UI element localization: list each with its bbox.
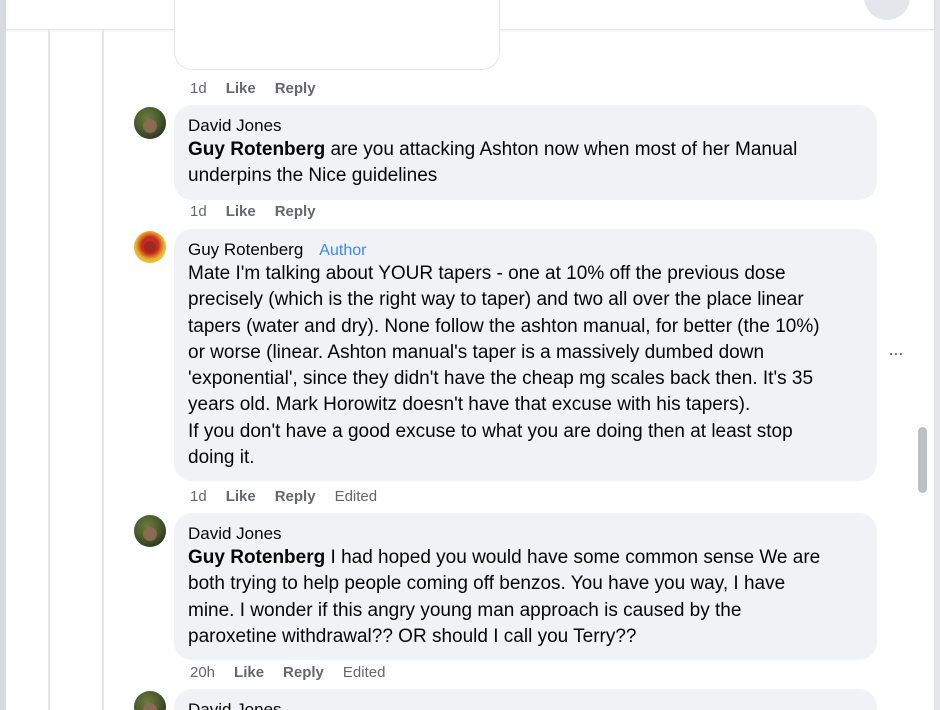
like-button[interactable]: Like [234, 664, 264, 681]
comment-line: tapers (water and dry). None follow the … [188, 315, 820, 337]
comment-time[interactable]: 1d [190, 203, 207, 220]
author-badge: Author [319, 242, 367, 259]
comment-bubble-previous [174, 0, 500, 70]
avatar[interactable] [134, 515, 166, 547]
comment-bubble: David Jones Guy Rotenberg are you attack… [174, 105, 877, 200]
comment-time[interactable]: 1d [190, 488, 207, 505]
comment-line: paroxetine withdrawal?? OR should I call… [188, 625, 637, 647]
like-button[interactable]: Like [226, 203, 256, 220]
mention-link[interactable]: Guy Rotenberg [188, 547, 325, 568]
like-button[interactable]: Like [226, 80, 256, 97]
thread-line-outer [48, 30, 50, 710]
thread-line-inner [102, 30, 104, 710]
close-button[interactable] [864, 0, 910, 20]
background-page-right [934, 0, 940, 710]
comment-author[interactable]: David Jones [188, 116, 282, 136]
edited-label: Edited [334, 488, 378, 505]
comment-actions: 1d Like Reply Edited [190, 488, 396, 505]
comment-line: years old. Mark Horowitz doesn't have th… [188, 394, 751, 416]
comment-line: mine. I wonder if this angry young man a… [188, 599, 742, 621]
mention-link[interactable]: Guy Rotenberg [188, 139, 325, 160]
comment-bubble: Guy Rotenberg Author Mate I'm talking ab… [174, 229, 877, 482]
comment-line: doing it. [188, 447, 255, 469]
comment-bubble: David Jones Guy Rotenberg I had hoped yo… [174, 513, 877, 661]
comment-bubble: David Jones [174, 689, 877, 710]
comment-line: If you don't have a good excuse to what … [188, 420, 793, 442]
reply-button[interactable]: Reply [275, 80, 316, 97]
comment-actions: 20h Like Reply Edited [190, 664, 404, 681]
scrollbar-thumb[interactable] [918, 427, 927, 493]
like-button[interactable]: Like [226, 488, 256, 505]
comment-author[interactable]: David Jones [188, 700, 282, 710]
comment-line: precisely (which is the right way to tap… [188, 289, 804, 311]
comment-line: 'exponential', since they didn't have th… [188, 368, 814, 390]
comment-time[interactable]: 1d [190, 80, 207, 97]
avatar[interactable] [134, 691, 166, 710]
comment-line: or worse (linear. Ashton manual's taper … [188, 341, 765, 363]
comment-author[interactable]: David Jones [188, 524, 282, 544]
comment-actions: 1d Like Reply [190, 203, 335, 220]
reply-button[interactable]: Reply [283, 664, 324, 681]
comment-actions: 1d Like Reply [190, 80, 335, 97]
avatar[interactable] [134, 107, 166, 139]
reply-button[interactable]: Reply [275, 488, 316, 505]
more-options-icon[interactable]: ··· [888, 343, 904, 364]
scrollbar[interactable] [916, 30, 928, 710]
comment-time[interactable]: 20h [190, 664, 215, 681]
comment-line: both trying to help people coming off be… [188, 573, 786, 595]
comment-text: Guy Rotenberg are you attacking Ashton n… [188, 137, 863, 190]
comment-line: Guy Rotenberg I had hoped you would have… [188, 545, 863, 571]
avatar[interactable] [134, 231, 166, 263]
comment-author[interactable]: Guy Rotenberg [188, 240, 303, 260]
comment-text: Mate I'm talking about YOUR tapers - one… [188, 261, 863, 471]
comment-text: Guy Rotenberg I had hoped you would have… [188, 545, 863, 650]
reply-button[interactable]: Reply [275, 203, 316, 220]
post-modal: y p 1d Like Reply David Jones Guy Rotenb… [6, 0, 934, 710]
comment-line: Mate I'm talking about YOUR tapers - one… [188, 263, 786, 284]
edited-label: Edited [342, 664, 386, 681]
comment-body: I had hoped you would have some common s… [325, 547, 821, 568]
